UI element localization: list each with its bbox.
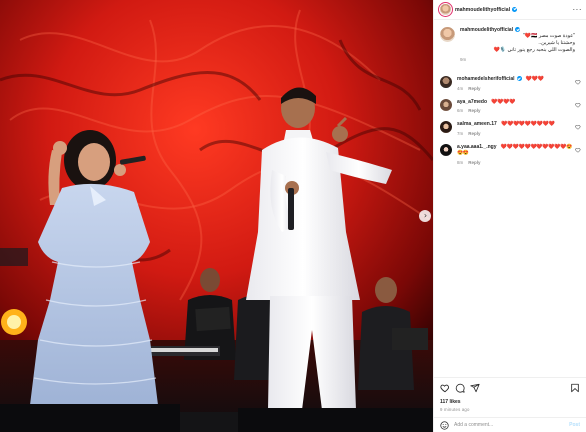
comment-username[interactable]: aya_a7medo <box>457 99 487 105</box>
caption-text-line: والصوت اللي بنحبه رجع ينور تاني 🎙️❤️ <box>493 47 575 53</box>
bookmark-icon[interactable] <box>570 383 580 393</box>
avatar[interactable] <box>440 27 455 42</box>
comment-time: 4m <box>457 85 464 91</box>
comment-item: salma_ameen.17 ❤️❤️❤️❤️❤️❤️❤️❤️❤️ 7m Repl… <box>434 121 586 136</box>
comment-item: mohamedelsherifofficial ❤️❤️❤️ 4m Reply <box>434 76 586 91</box>
add-comment-bar: Post <box>434 417 586 432</box>
caption-text-line: وحشتنا يا شيرين.. <box>538 40 575 46</box>
post-caption: mahmoudelithyofficial "عودة صوت مصر 🇪🇬❤️… <box>434 21 586 62</box>
post-header: mahmoudelithyofficial ··· <box>434 0 586 20</box>
comment-meta: 6m Reply <box>457 108 575 113</box>
verified-icon <box>515 27 521 33</box>
post-photo[interactable]: › <box>0 0 433 432</box>
verified-icon <box>516 76 522 82</box>
more-icon[interactable]: ··· <box>573 5 583 14</box>
reply-button[interactable]: Reply <box>468 160 480 165</box>
comment-username[interactable]: a.yaa.aaa1._.ngy <box>457 144 496 150</box>
add-comment-input[interactable] <box>454 422 554 428</box>
avatar[interactable] <box>440 143 452 156</box>
heart-icon[interactable] <box>575 79 581 85</box>
comment-time: 7m <box>457 130 464 136</box>
comment-meta: 8m Reply <box>457 160 575 165</box>
comment-icon[interactable] <box>455 383 465 393</box>
caption-time: 9m <box>460 57 467 62</box>
avatar[interactable] <box>440 98 452 111</box>
comment-item: a.yaa.aaa1._.ngy ❤️❤️❤️❤️❤️❤️❤️❤️❤️❤️❤️😍… <box>434 143 586 165</box>
caption-text-line: "عودة صوت مصر 🇪🇬❤️" <box>523 33 575 39</box>
comment-text: ❤️❤️❤️❤️ <box>491 98 516 105</box>
comment-text: ❤️❤️❤️ <box>525 76 544 82</box>
avatar[interactable] <box>440 76 452 88</box>
reply-button[interactable]: Reply <box>468 131 480 136</box>
reply-button[interactable]: Reply <box>468 108 480 113</box>
comment-meta: 4m Reply <box>457 86 575 91</box>
heart-icon[interactable] <box>575 147 581 153</box>
post-author-username[interactable]: mahmoudelithyofficial <box>455 6 518 13</box>
comment-meta: 7m Reply <box>457 131 575 136</box>
likes-count[interactable]: 117 likes <box>440 399 580 405</box>
smiley-icon[interactable] <box>440 420 449 430</box>
heart-icon[interactable] <box>575 124 581 130</box>
post-sidebar: mahmoudelithyofficial ··· mahmoudelithyo… <box>433 0 586 432</box>
chevron-right-icon: › <box>423 211 428 220</box>
avatar[interactable] <box>440 4 451 15</box>
reply-button[interactable]: Reply <box>468 86 480 91</box>
avatar[interactable] <box>440 121 452 133</box>
comment-username[interactable]: salma_ameen.17 <box>457 121 497 127</box>
heart-icon[interactable] <box>575 102 581 108</box>
post-timestamp[interactable]: 9 minutes ago <box>440 407 580 412</box>
comment-username[interactable]: mohamedelsherifofficial <box>457 76 522 82</box>
verified-icon <box>512 6 518 12</box>
comment-time: 8m <box>457 159 464 165</box>
post-comment-button[interactable]: Post <box>569 422 580 428</box>
concert-stage-image <box>0 0 433 432</box>
comments-list[interactable]: mahmoudelithyofficial "عودة صوت مصر 🇪🇬❤️… <box>434 21 586 377</box>
comment-item: aya_a7medo ❤️❤️❤️❤️ 6m Reply <box>434 98 586 113</box>
post-actions: 117 likes 9 minutes ago <box>434 377 586 412</box>
share-icon[interactable] <box>470 383 480 393</box>
heart-icon[interactable] <box>440 383 450 393</box>
comment-text: ❤️❤️❤️❤️❤️❤️❤️❤️❤️ <box>501 121 555 127</box>
carousel-next-button[interactable]: › <box>419 210 431 222</box>
comment-time: 6m <box>457 108 464 113</box>
